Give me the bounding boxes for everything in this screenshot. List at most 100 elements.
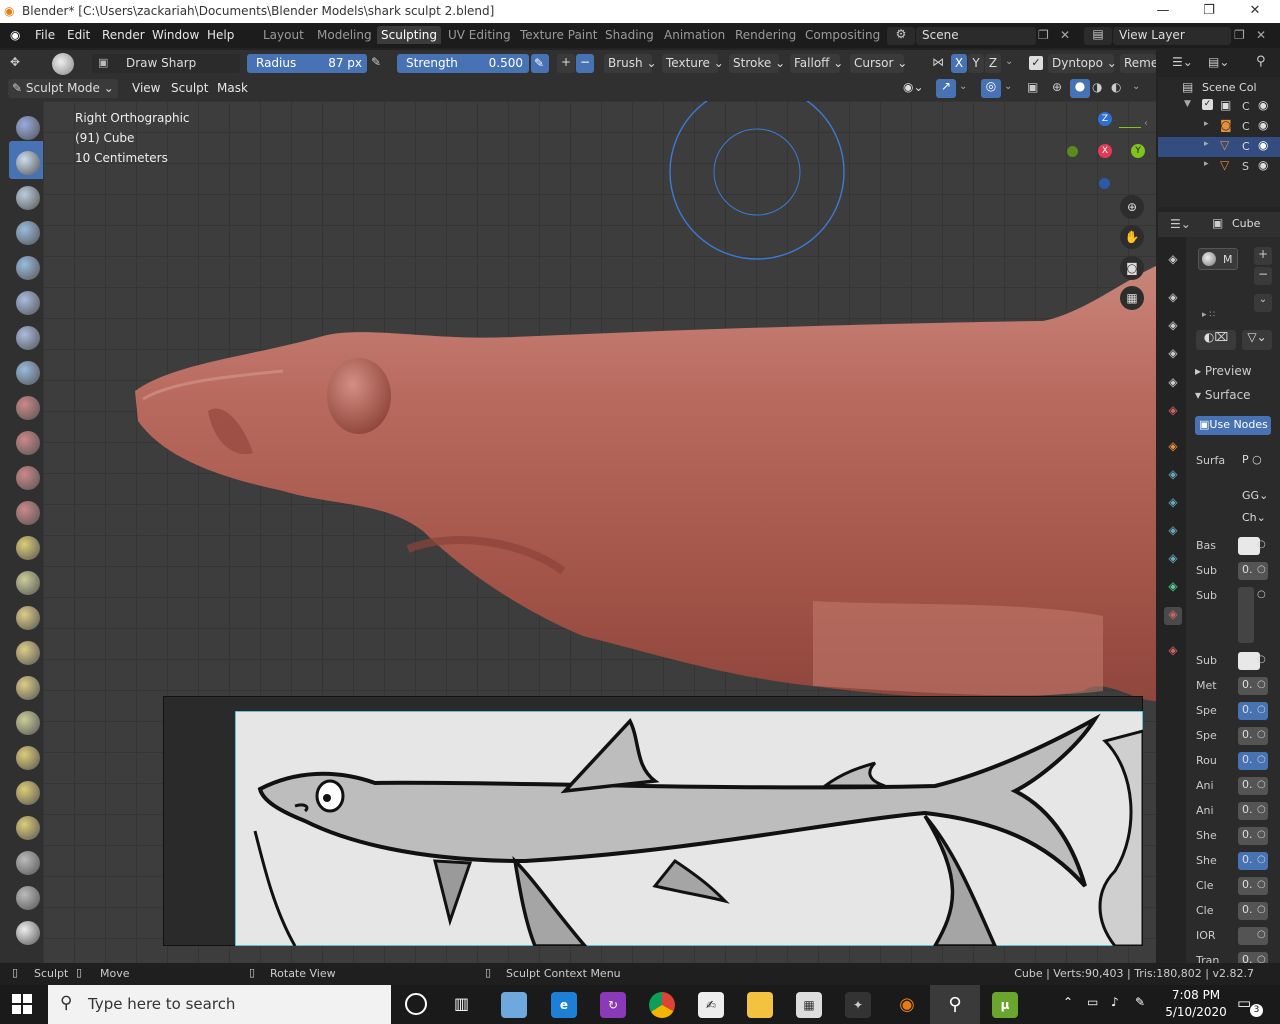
chrome-browser-icon[interactable] (649, 992, 675, 1018)
socket-link-icon[interactable]: ○ (1257, 654, 1266, 665)
draw-tool-icon[interactable] (16, 116, 40, 140)
add-material-slot-button[interactable]: + (1254, 247, 1272, 265)
remesh-dropdown[interactable]: Reme (1120, 54, 1156, 73)
brush-preview-icon[interactable] (52, 53, 74, 75)
rotate-tool-icon[interactable] (16, 781, 40, 805)
outliner-row-cube[interactable]: ▸ ▽ C ◉ (1158, 137, 1280, 157)
material-browse-button[interactable]: ◐⌧ (1196, 330, 1236, 350)
brush-dropdown[interactable]: Brush ⌄ (604, 54, 657, 73)
socket-link-icon[interactable]: ○ (1257, 679, 1266, 690)
wireframe-shading-icon[interactable]: ⊕ (1052, 80, 1062, 94)
scrape-tool-icon[interactable] (16, 501, 40, 525)
tab-modeling[interactable]: Modeling (313, 28, 376, 42)
thumb-tool-icon[interactable] (16, 676, 40, 700)
properties-tab-output-icon[interactable]: ◈ (1164, 318, 1182, 336)
surface-panel-header[interactable]: ▾ Surface (1195, 388, 1251, 402)
socket-link-icon[interactable]: ○ (1257, 879, 1266, 890)
obs-app-icon[interactable]: ⚲ (942, 992, 968, 1018)
falloff-dropdown[interactable]: Falloff ⌄ (790, 54, 843, 73)
stroke-dropdown[interactable]: Stroke ⌄ (729, 54, 785, 73)
fill-tool-icon[interactable] (16, 466, 40, 490)
solid-shading-icon[interactable]: ● (1070, 79, 1090, 98)
view-layer-field[interactable]: View Layer (1113, 27, 1231, 45)
snake-hook-tool-icon[interactable] (16, 641, 40, 665)
properties-editor-type-icon[interactable]: ☰⌄ (1170, 217, 1191, 231)
rendered-shading-icon[interactable]: ◐ (1111, 80, 1121, 94)
blob-tool-icon[interactable] (16, 326, 40, 350)
distribution-dropdown[interactable]: GG⌄ (1238, 488, 1268, 506)
properties-tab-constraints-icon[interactable]: ◈ (1164, 551, 1182, 569)
socket-link-icon[interactable]: ○ (1257, 829, 1266, 840)
outliner-row-collection[interactable]: ▼ ✓ ▣ C ◉ (1158, 97, 1280, 117)
tab-animation[interactable]: Animation (660, 28, 729, 42)
simplify-tool-icon[interactable] (16, 851, 40, 875)
minimize-button[interactable]: — (1140, 0, 1186, 23)
3d-viewport[interactable]: Right Orthographic (91) Cube 10 Centimet… (43, 101, 1156, 963)
properties-tab-material-icon[interactable]: ◈ (1164, 607, 1182, 625)
symmetry-dropdown-icon[interactable]: ⌄ (1005, 56, 1013, 67)
strength-slider[interactable]: Strength 0.500 (397, 54, 529, 73)
brush-name-field[interactable]: Draw Sharp (92, 54, 240, 73)
flatten-tool-icon[interactable] (16, 431, 40, 455)
properties-tab-object-icon[interactable]: ◈ (1164, 439, 1182, 457)
material-property-field[interactable] (1238, 587, 1254, 643)
outliner-search-icon[interactable]: ⚲ (1256, 54, 1266, 69)
gizmo-x-axis[interactable]: X (1098, 144, 1112, 158)
remove-material-slot-button[interactable]: − (1254, 267, 1272, 285)
socket-link-icon[interactable]: ○ (1257, 854, 1266, 865)
properties-tab-world-icon[interactable]: ◈ (1164, 403, 1182, 421)
properties-tab-texture-icon[interactable]: ◈ (1164, 643, 1182, 661)
multiplane-scrape-tool-icon[interactable] (16, 536, 40, 560)
zoom-icon[interactable]: ⊕ (1120, 195, 1144, 219)
mask-tool-icon[interactable] (16, 886, 40, 910)
outliner-editor-type-icon[interactable]: ☰⌄ (1172, 55, 1193, 69)
sidebar-toggle-icon[interactable]: ‹ (1144, 118, 1148, 129)
taskbar-date[interactable]: 5/10/2020 (1163, 1005, 1229, 1019)
grab-tool-icon[interactable] (16, 606, 40, 630)
sync-app-icon[interactable]: ↻ (600, 992, 626, 1018)
direction-add-button[interactable]: + (557, 54, 575, 73)
radius-pressure-icon[interactable]: ✎ (371, 55, 381, 69)
socket-link-icon[interactable]: ○ (1257, 904, 1266, 915)
scene-name-field[interactable]: Scene (916, 27, 1036, 45)
view-layer-icon[interactable]: ▤ (1084, 27, 1112, 45)
menu-view[interactable]: View (132, 81, 160, 95)
gizmo-z-axis[interactable]: Z (1098, 112, 1112, 126)
nudge-tool-icon[interactable] (16, 746, 40, 770)
tab-compositing[interactable]: Compositing (801, 28, 884, 42)
gizmo-y-axis[interactable]: Y (1131, 144, 1145, 158)
socket-link-icon[interactable]: ○ (1257, 704, 1266, 715)
strength-pressure-icon[interactable]: ✎ (531, 54, 549, 73)
blender-menu-icon[interactable]: ◉ (10, 28, 20, 42)
socket-link-icon[interactable]: ○ (1257, 539, 1266, 550)
visibility-eye-icon[interactable]: ◉ (1258, 118, 1268, 132)
tab-layout[interactable]: Layout (259, 28, 308, 42)
pan-hand-icon[interactable]: ✋ (1120, 225, 1144, 249)
tray-chevron-icon[interactable]: ⌃ (1063, 995, 1073, 1009)
menu-render[interactable]: Render (102, 28, 145, 42)
task-view-icon[interactable]: ▥ (454, 994, 469, 1013)
material-specials-button[interactable]: ⌄ (1254, 294, 1272, 312)
dyntopo-dropdown[interactable]: Dyntopo ⌄ (1048, 54, 1117, 73)
layer-tool-icon[interactable] (16, 256, 40, 280)
maximize-button[interactable]: ❐ (1186, 0, 1232, 23)
calculator-icon[interactable]: ▦ (796, 992, 822, 1018)
overlays-toggle-icon[interactable]: ◎ (981, 79, 1001, 98)
remove-scene-icon[interactable]: ✕ (1060, 28, 1070, 42)
xray-toggle-icon[interactable]: ▣ (1027, 80, 1038, 94)
menu-edit[interactable]: Edit (67, 28, 90, 42)
surface-shader-field[interactable]: P ○ (1238, 452, 1268, 470)
taskbar-search-box[interactable]: ⚲ Type here to search (48, 985, 391, 1024)
properties-tab-modifiers-icon[interactable]: ◈ (1164, 467, 1182, 485)
gizmo-neg-y-icon[interactable] (1067, 146, 1078, 157)
socket-link-icon[interactable]: ○ (1257, 564, 1266, 575)
gizmo-dropdown-icon[interactable]: ⌄ (959, 81, 967, 92)
dyntopo-checkbox[interactable]: ✓ (1029, 56, 1043, 70)
crease-tool-icon[interactable] (16, 361, 40, 385)
texture-dropdown[interactable]: Texture ⌄ (662, 54, 724, 73)
menu-help[interactable]: Help (207, 28, 234, 42)
properties-tab-tool-icon[interactable]: ◈ (1164, 252, 1182, 270)
inflate-tool-icon[interactable] (16, 291, 40, 315)
windows-start-icon[interactable] (12, 994, 32, 1014)
utorrent-icon[interactable]: μ (992, 992, 1018, 1018)
